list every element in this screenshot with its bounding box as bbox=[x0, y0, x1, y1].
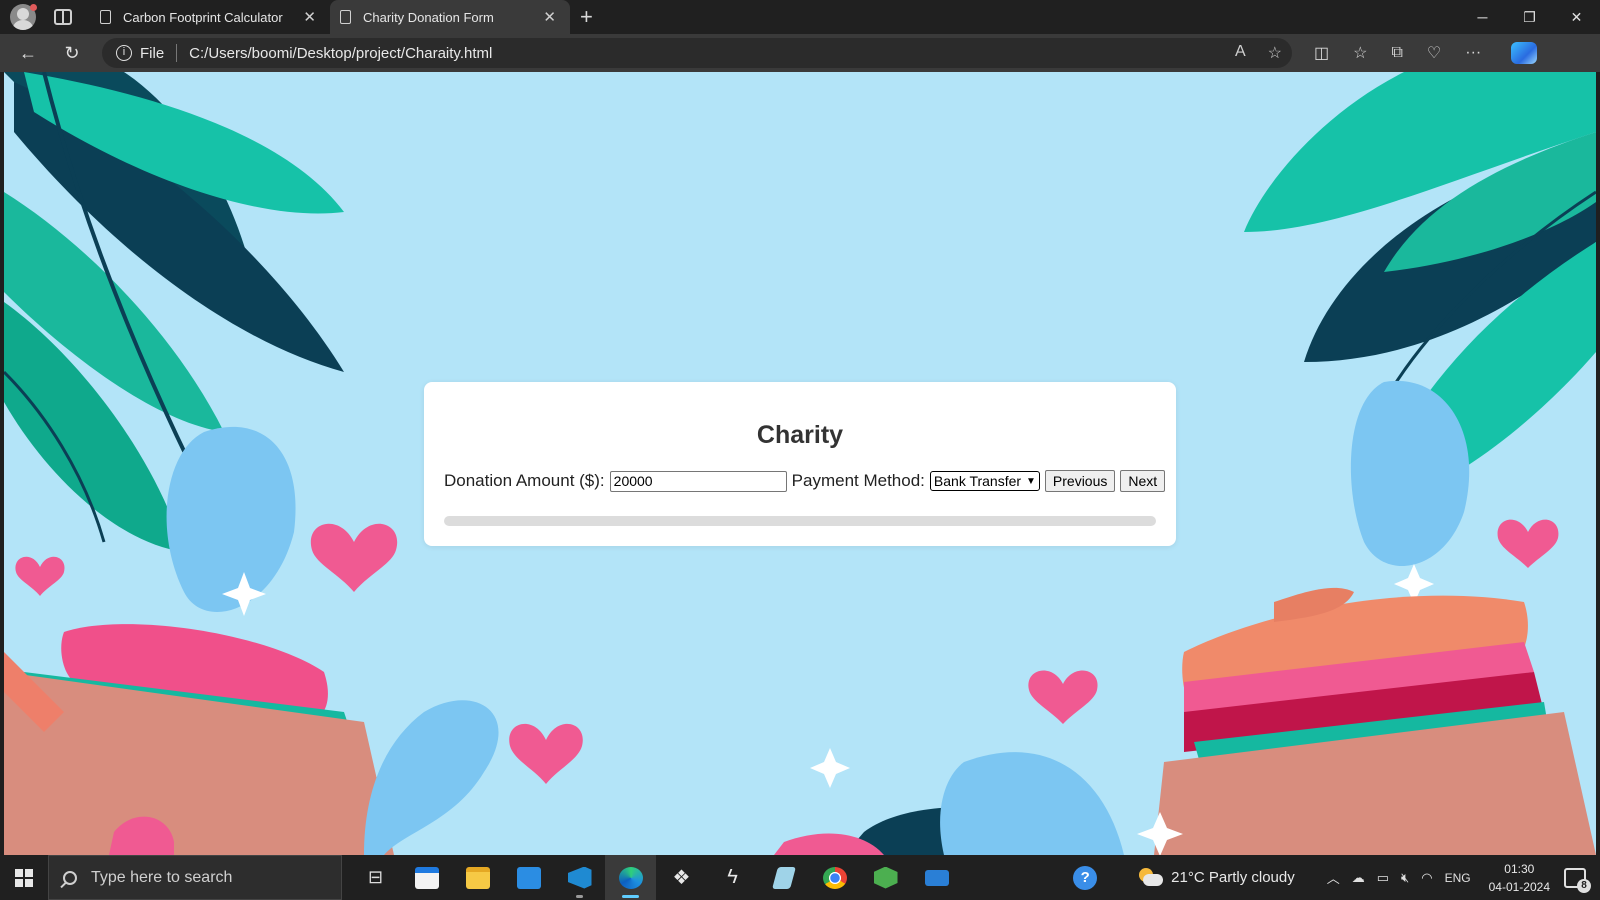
system-tray: ? 21°C Partly cloudy ︿ ☁ ▭ 🔇︎ ◠ ENG 01:3… bbox=[1073, 855, 1600, 900]
windows-logo-icon bbox=[15, 868, 33, 887]
onedrive-icon[interactable]: ☁ bbox=[1352, 870, 1365, 886]
pinned-app-remote[interactable] bbox=[911, 855, 962, 900]
clock-date: 04-01-2024 bbox=[1488, 879, 1550, 894]
next-button[interactable]: Next bbox=[1120, 470, 1166, 492]
clock[interactable]: 01:30 04-01-2024 bbox=[1489, 860, 1550, 896]
donation-form-card: Charity Donation Amount ($): Payment Met… bbox=[424, 382, 1176, 546]
notes-icon bbox=[771, 866, 796, 889]
url-text[interactable]: C:/Users/boomi/Desktop/project/Charaity.… bbox=[189, 45, 492, 62]
notification-count: 8 bbox=[1577, 878, 1591, 893]
taskbar-apps: ⊟ ❖ ϟ bbox=[350, 855, 962, 900]
read-aloud-icon[interactable]: A bbox=[1235, 43, 1246, 63]
donation-amount-label: Donation Amount ($): bbox=[444, 471, 605, 490]
collections-icon[interactable]: ⧉ bbox=[1391, 44, 1402, 62]
notification-center-icon[interactable]: 8 bbox=[1564, 867, 1591, 893]
split-screen-icon[interactable]: ◫ bbox=[1314, 43, 1329, 63]
partly-cloudy-icon bbox=[1137, 867, 1164, 888]
mail-app[interactable] bbox=[503, 855, 554, 900]
progress-bar bbox=[444, 516, 1156, 526]
vscode-app[interactable] bbox=[554, 855, 605, 900]
copilot-icon[interactable] bbox=[1511, 42, 1538, 64]
folder-icon bbox=[465, 866, 490, 889]
tab-title: Charity Donation Form bbox=[363, 9, 494, 25]
file-explorer-app[interactable] bbox=[452, 855, 503, 900]
tab-title: Carbon Footprint Calculator bbox=[123, 9, 283, 25]
wifi-icon[interactable]: ◠ bbox=[1421, 870, 1432, 886]
dropbox-icon: ❖ bbox=[672, 867, 691, 889]
help-icon[interactable]: ? bbox=[1073, 865, 1098, 890]
address-bar[interactable]: i File C:/Users/boomi/Desktop/project/Ch… bbox=[102, 38, 1292, 68]
store-app[interactable] bbox=[401, 855, 452, 900]
previous-button[interactable]: Previous bbox=[1044, 470, 1116, 492]
omnibox-actions: A ☆ bbox=[1235, 43, 1282, 63]
new-tab-button[interactable]: + bbox=[580, 6, 593, 28]
volume-muted-icon[interactable]: 🔇︎ bbox=[1401, 870, 1409, 886]
restore-icon[interactable]: ❐ bbox=[1506, 0, 1553, 34]
search-icon bbox=[63, 870, 77, 885]
tab-charity-donation[interactable]: Charity Donation Form ✕ bbox=[330, 0, 570, 34]
payment-method-label: Payment Method: bbox=[791, 471, 925, 490]
close-icon[interactable]: ✕ bbox=[299, 8, 320, 26]
pinned-app-notes[interactable] bbox=[758, 855, 809, 900]
mail-icon bbox=[516, 866, 541, 889]
search-placeholder: Type here to search bbox=[91, 868, 233, 886]
task-view-icon: ⊟ bbox=[367, 867, 384, 887]
bolt-icon: ϟ bbox=[727, 866, 738, 888]
close-window-icon[interactable]: ✕ bbox=[1553, 0, 1600, 34]
weather-temp: 21°C bbox=[1171, 869, 1205, 886]
taskbar-search[interactable]: Type here to search bbox=[48, 855, 342, 900]
tab-actions-icon[interactable] bbox=[54, 9, 72, 25]
edge-icon bbox=[618, 866, 643, 889]
store-icon bbox=[414, 866, 439, 889]
weather-condition: Partly cloudy bbox=[1208, 869, 1295, 886]
payment-method-value: Bank Transfer bbox=[933, 473, 1022, 489]
more-menu-icon[interactable]: ··· bbox=[1465, 44, 1481, 62]
payment-method-select[interactable]: Bank Transfer ▼ bbox=[929, 471, 1040, 491]
donation-form-row: Donation Amount ($): Payment Method: Ban… bbox=[444, 470, 1166, 492]
profile-notification-dot bbox=[30, 4, 37, 11]
refresh-icon[interactable]: ↻ bbox=[58, 43, 86, 64]
edge-app[interactable] bbox=[605, 855, 656, 900]
favorite-star-icon[interactable]: ☆ bbox=[1268, 43, 1282, 63]
page-viewport: Charity Donation Amount ($): Payment Met… bbox=[4, 72, 1596, 855]
chevron-down-icon: ▼ bbox=[1026, 475, 1036, 487]
chrome-app[interactable] bbox=[809, 855, 860, 900]
taskbar: Type here to search ⊟ ❖ ϟ ? 21°C Partly … bbox=[0, 855, 1600, 900]
chevron-up-icon[interactable]: ︿ bbox=[1327, 868, 1340, 887]
weather-widget[interactable]: 21°C Partly cloudy bbox=[1137, 867, 1295, 888]
window-controls: ─ ❐ ✕ bbox=[1459, 0, 1600, 34]
remote-desktop-icon bbox=[924, 869, 949, 886]
browser-essentials-icon[interactable]: ♡ bbox=[1427, 43, 1441, 63]
divider bbox=[176, 44, 178, 62]
page-icon bbox=[340, 10, 351, 24]
page-icon bbox=[100, 10, 111, 24]
vscode-icon bbox=[567, 866, 592, 889]
clock-time: 01:30 bbox=[1504, 861, 1535, 876]
minimize-icon[interactable]: ─ bbox=[1459, 0, 1506, 34]
battery-icon[interactable]: ▭ bbox=[1377, 870, 1389, 886]
pinned-app-cube[interactable] bbox=[860, 855, 911, 900]
scheme-label: File bbox=[140, 44, 165, 62]
browser-tab-bar: Carbon Footprint Calculator ✕ Charity Do… bbox=[0, 0, 1600, 34]
address-toolbar: ← ↻ i File C:/Users/boomi/Desktop/projec… bbox=[0, 34, 1600, 72]
back-arrow-icon[interactable]: ← bbox=[14, 43, 42, 64]
language-indicator[interactable]: ENG bbox=[1445, 871, 1471, 885]
info-icon[interactable]: i bbox=[116, 45, 132, 61]
favorites-icon[interactable]: ☆ bbox=[1353, 43, 1367, 63]
browser-tools: ◫ ☆ ⧉ ♡ ··· bbox=[1314, 42, 1538, 64]
dropbox-app[interactable]: ❖ bbox=[656, 855, 707, 900]
task-view-button[interactable]: ⊟ bbox=[350, 855, 401, 900]
page-title: Charity bbox=[756, 421, 844, 449]
tab-carbon-footprint[interactable]: Carbon Footprint Calculator ✕ bbox=[90, 0, 330, 34]
close-icon[interactable]: ✕ bbox=[539, 8, 560, 26]
pinned-app-bolt[interactable]: ϟ bbox=[707, 855, 758, 900]
cube-icon bbox=[873, 866, 898, 889]
start-button[interactable] bbox=[0, 855, 48, 900]
chrome-icon bbox=[822, 866, 847, 889]
donation-amount-input[interactable] bbox=[609, 470, 787, 492]
